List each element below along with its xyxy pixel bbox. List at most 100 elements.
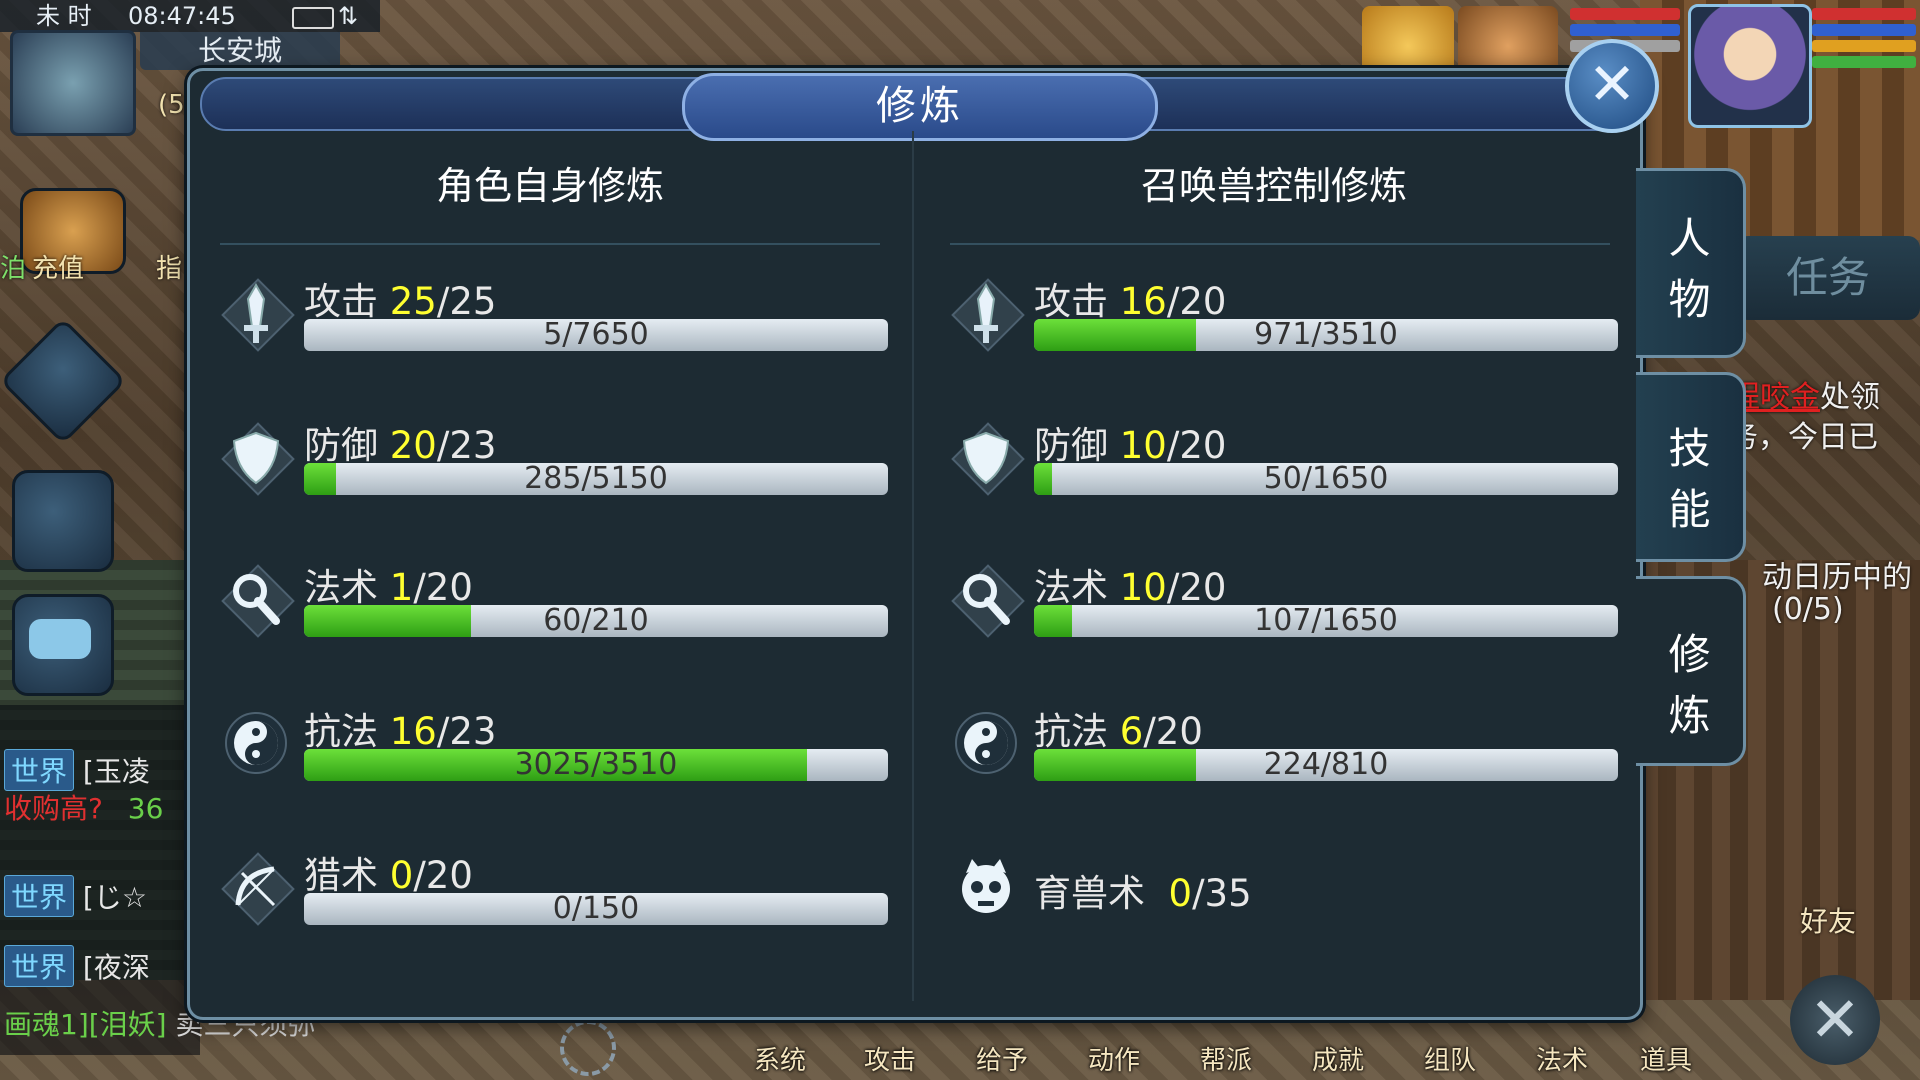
chat-bubble-icon[interactable] [12,594,114,696]
pet-cultivation-row-resist[interactable]: 抗法 6/20 224/810 [950,701,1620,811]
chat-sender[interactable]: [じ☆ [83,881,147,914]
friends-button[interactable]: 好友 [1800,900,1856,940]
column-divider [912,131,914,1001]
progress-text: 285/5150 [524,463,668,495]
progress-bar: 971/3510 [1034,319,1618,351]
row-label: 防御 10/20 [1034,424,1227,467]
chat-message: 世界 [夜深 [4,945,150,987]
team-map-icon[interactable] [12,470,114,572]
progress-text: 971/3510 [1254,319,1398,351]
right-column-title: 召唤兽控制修炼 [1140,164,1407,208]
chat-sender[interactable]: 画魂1][泪妖] [4,1008,167,1041]
chat-sender[interactable]: [夜深 [83,951,150,984]
chat-text: 收购高? [4,792,103,825]
settings-gear-icon[interactable] [560,1020,616,1076]
task-tab[interactable]: 任务 [1736,236,1920,320]
cultivation-row-magic[interactable]: 法术 1/20 60/210 [220,557,890,667]
tab-cultivation[interactable]: 修炼 [1636,576,1746,766]
progress-text: 107/1650 [1254,605,1398,637]
bottom-guild-button[interactable]: 帮派 [1176,1040,1276,1077]
bottom-give-button[interactable]: 给予 [952,1040,1052,1077]
row-label: 防御 20/23 [304,424,497,467]
bottom-achievement-button[interactable]: 成就 [1288,1040,1388,1077]
sword-icon [220,277,295,352]
progress-bar: 107/1650 [1034,605,1618,637]
row-label: 攻击 25/25 [304,280,497,323]
quest-progress: (0/5) [1772,592,1844,627]
progress-text: 5/7650 [543,319,649,351]
player-mp-bar [1812,24,1916,36]
close-button[interactable]: ✕ [1565,39,1659,133]
panel-title: 修炼 [682,73,1158,141]
quest-text-line1: 程咬金处领 [1730,372,1880,416]
bottom-items-button[interactable]: 道具 [1616,1040,1716,1077]
shield-icon [220,421,295,496]
sword-icon [950,277,1025,352]
row-label: 育兽术 0/35 [1034,872,1252,915]
cultivation-panel: 修炼 ✕ 角色自身修炼 召唤兽控制修炼 攻击 25/25 5/7650 防御 2… [187,39,1659,1020]
player-exp-bar [1812,56,1916,68]
progress-text: 0/150 [552,893,640,925]
magic-staff-icon [220,563,295,638]
signal-icon: ⇅ [338,2,359,30]
pet-cultivation-row-breeding[interactable]: 育兽术 0/35 [950,845,1620,955]
yin-yang-icon [220,707,292,779]
chat-message-text: 收购高? 36 [4,787,163,827]
row-label: 法术 10/20 [1034,566,1227,609]
chat-message: 世界 [玉凌 [4,749,150,791]
left-title-ornament [220,243,880,245]
bottom-attack-button[interactable]: 攻击 [840,1040,940,1077]
pet-cultivation-row-defense[interactable]: 防御 10/20 50/1650 [950,415,1620,525]
chat-panel[interactable]: 世界 [玉凌 收购高? 36 世界 [じ☆ 世界 [夜深 画魂1][泪妖] 卖三… [0,705,316,1055]
player-portrait[interactable] [1688,4,1812,128]
right-title-ornament [950,243,1610,245]
channel-tag: 世界 [4,875,75,917]
row-label: 猎术 0/20 [304,854,473,897]
progress-text: 224/810 [1263,749,1389,781]
quest-text-line2: 务，今日已 [1728,420,1878,455]
chat-number: 36 [127,792,164,825]
chat-sender[interactable]: [玉凌 [83,755,150,788]
channel-tag: 世界 [4,749,75,791]
progress-text: 3025/3510 [514,749,678,781]
time-bar: 未 时 08:47:45 ⇅ [0,0,380,32]
row-label: 抗法 16/23 [304,710,497,753]
cultivation-row-resist[interactable]: 抗法 16/23 3025/3510 [220,701,890,811]
progress-text: 50/1650 [1263,463,1389,495]
bottom-system-button[interactable]: 系统 [730,1040,830,1077]
quest-text-line3: 动日历中的 [1762,560,1912,595]
pet-hp-bar [1570,8,1680,20]
quest-text-rest: 处领 [1820,380,1880,415]
row-label: 攻击 16/20 [1034,280,1227,323]
progress-bar: 0/150 [304,893,888,925]
progress-text: 60/210 [543,605,649,637]
bottom-magic-button[interactable]: 法术 [1512,1040,1612,1077]
left-column-title: 角色自身修炼 [435,164,664,208]
yin-yang-icon [950,707,1022,779]
coordinates-partial: (5 [158,90,185,120]
bottom-team-button[interactable]: 组队 [1400,1040,1500,1077]
tab-skills[interactable]: 技能 [1636,372,1746,562]
progress-bar: 60/210 [304,605,888,637]
tab-character[interactable]: 人物 [1636,168,1746,358]
close-menu-icon[interactable]: ✕ [1790,975,1880,1065]
clock: 08:47:45 [128,2,236,30]
pet-cultivation-row-magic[interactable]: 法术 10/20 107/1650 [950,557,1620,667]
minimap[interactable] [10,30,136,136]
beast-skull-icon [950,851,1022,923]
cultivation-row-defense[interactable]: 防御 20/23 285/5150 [220,415,890,525]
city-name[interactable]: 长安城 [140,32,340,70]
guide-partial-label: 指 [156,254,183,284]
cultivation-row-attack[interactable]: 攻击 25/25 5/7650 [220,271,890,381]
shield-icon [950,421,1025,496]
left-partial-label: 泊 [0,254,27,284]
magic-staff-icon [950,563,1025,638]
pet-cultivation-row-attack[interactable]: 攻击 16/20 971/3510 [950,271,1620,381]
progress-bar: 50/1650 [1034,463,1618,495]
recharge-label: 充值 [32,254,85,284]
panel-header: 修炼 [200,73,1634,141]
bottom-action-button[interactable]: 动作 [1064,1040,1164,1077]
progress-bar: 5/7650 [304,319,888,351]
cultivation-row-hunting[interactable]: 猎术 0/20 0/150 [220,845,890,955]
player-hp-bar [1812,8,1916,20]
